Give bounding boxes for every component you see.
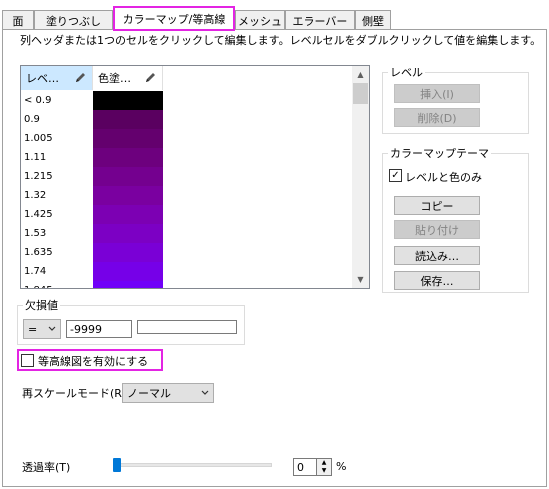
rescale-mode-select[interactable]: ノーマル: [122, 383, 214, 403]
level-cell[interactable]: 1.425: [24, 205, 53, 224]
color-cell[interactable]: [93, 148, 163, 167]
levels-colors-only-checkbox[interactable]: ✓: [389, 169, 402, 182]
color-cell[interactable]: [93, 110, 163, 129]
hint-text: 列ヘッダまたは1つのセルをクリックして編集します。レベルセルをダブルクリックして…: [20, 34, 542, 47]
tab-mesh[interactable]: メッシュ: [235, 10, 285, 30]
rescale-mode-label: 再スケールモード(R): [22, 387, 127, 400]
color-cell[interactable]: [93, 167, 163, 186]
color-cell[interactable]: [93, 262, 163, 281]
level-cell[interactable]: 1.005: [24, 129, 53, 148]
transparency-spinner[interactable]: ▲ ▼: [316, 458, 332, 476]
insert-button[interactable]: 挿入(I): [394, 84, 480, 103]
level-cell[interactable]: 1.32: [24, 186, 46, 205]
level-cell[interactable]: 1.11: [24, 148, 46, 167]
spin-up-icon[interactable]: ▲: [317, 459, 331, 467]
level-cell[interactable]: 1.215: [24, 167, 53, 186]
level-cell[interactable]: 1.635: [24, 243, 53, 262]
color-cell[interactable]: [93, 186, 163, 205]
contour-enable-label: 等高線図を有効にする: [38, 355, 149, 368]
delete-button[interactable]: 削除(D): [394, 108, 480, 127]
missing-value-title: 欠損値: [23, 297, 60, 313]
save-button[interactable]: 保存…: [394, 271, 480, 290]
color-cell[interactable]: [93, 205, 163, 224]
levels-colors-only-label: レベルと色のみ: [405, 171, 482, 184]
colormap-theme-title: カラーマップテーマ: [388, 145, 491, 161]
missing-color-box[interactable]: [137, 320, 237, 334]
scroll-down-icon[interactable]: ▼: [352, 271, 369, 288]
color-cell[interactable]: [93, 91, 163, 110]
color-cell[interactable]: [93, 281, 163, 288]
spin-down-icon[interactable]: ▼: [317, 467, 331, 475]
tab-side-wall[interactable]: 側壁: [355, 10, 391, 30]
paste-button[interactable]: 貼り付け: [394, 220, 480, 239]
pencil-icon: [76, 73, 85, 82]
tab-colormap-contour[interactable]: カラーマップ/等高線: [113, 6, 235, 31]
colormap-grid[interactable]: レベ… 色塗… < 0.9 0.9 1.005 1.11 1.215 1.32 …: [20, 65, 370, 289]
level-cell[interactable]: 0.9: [24, 110, 40, 129]
contour-enable-checkbox[interactable]: [21, 354, 34, 367]
tab-fill[interactable]: 塗りつぶし: [34, 10, 113, 30]
color-cell[interactable]: [93, 129, 163, 148]
transparency-input[interactable]: 0: [293, 458, 317, 476]
level-group-title: レベル: [388, 64, 425, 80]
load-button[interactable]: 読込み…: [394, 246, 480, 265]
missing-value-input[interactable]: -9999: [66, 320, 132, 338]
tab-surface[interactable]: 面: [2, 10, 34, 30]
transparency-unit: %: [336, 460, 347, 473]
missing-operator-select[interactable]: =: [23, 319, 61, 339]
level-cell[interactable]: 1.53: [24, 224, 46, 243]
chevron-down-icon: [48, 326, 56, 331]
grid-scrollbar[interactable]: ▲ ▼: [352, 66, 369, 288]
chevron-down-icon: [201, 390, 209, 395]
color-cell[interactable]: [93, 224, 163, 243]
level-cell[interactable]: 1.74: [24, 262, 46, 281]
tab-error-bar[interactable]: エラーバー: [285, 10, 355, 30]
level-cell[interactable]: < 0.9: [24, 91, 51, 110]
tab-bar: 面 塗りつぶし カラーマップ/等高線 メッシュ エラーバー 側壁: [0, 0, 549, 31]
copy-button[interactable]: コピー: [394, 196, 480, 215]
scroll-up-icon[interactable]: ▲: [352, 66, 369, 83]
color-cell[interactable]: [93, 243, 163, 262]
color-column-header[interactable]: 色塗…: [93, 66, 163, 90]
transparency-slider-track[interactable]: [116, 463, 272, 467]
level-cell[interactable]: 1.845: [24, 281, 53, 288]
pencil-icon: [146, 73, 155, 82]
scrollbar-thumb[interactable]: [353, 83, 368, 104]
transparency-slider-thumb[interactable]: [113, 458, 121, 472]
level-column-header[interactable]: レベ…: [21, 66, 93, 90]
transparency-label: 透過率(T): [22, 461, 71, 474]
